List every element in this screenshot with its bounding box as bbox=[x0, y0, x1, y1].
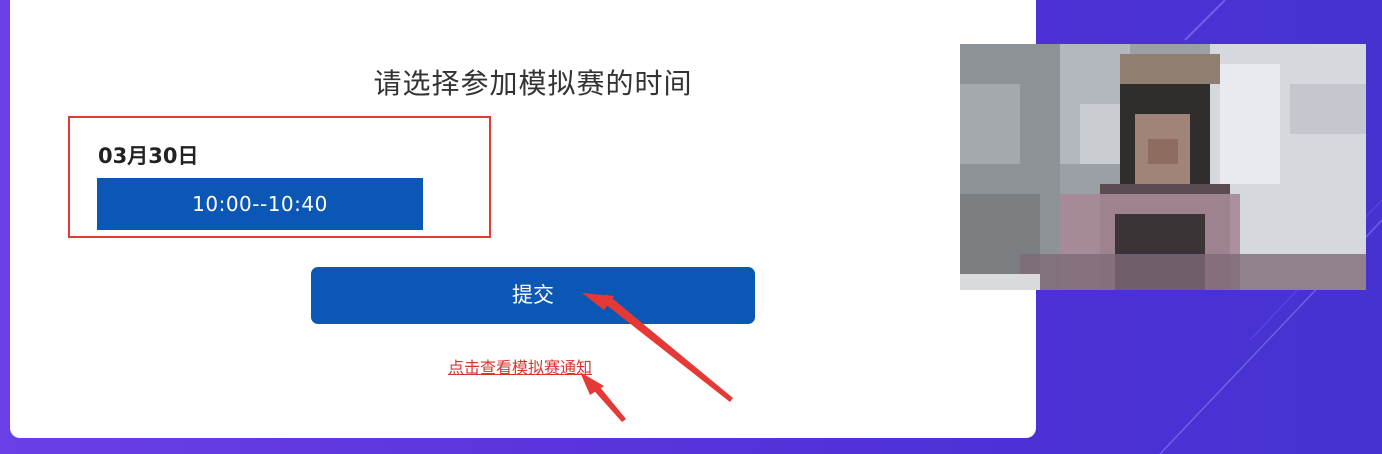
schedule-card: 请选择参加模拟赛的时间 03月30日 10:00--10:40 提交 点击查看模… bbox=[10, 0, 1036, 438]
page-title: 请选择参加模拟赛的时间 bbox=[373, 67, 693, 100]
date-group-highlight: 03月30日 10:00--10:40 bbox=[68, 116, 491, 238]
webcam-avatar-icon bbox=[960, 44, 1366, 290]
time-slot-button[interactable]: 10:00--10:40 bbox=[97, 178, 423, 230]
camera-preview-image bbox=[960, 44, 1366, 290]
submit-button[interactable]: 提交 bbox=[311, 267, 755, 324]
notice-link[interactable]: 点击查看模拟赛通知 bbox=[448, 354, 592, 378]
date-label: 03月30日 bbox=[98, 144, 199, 168]
